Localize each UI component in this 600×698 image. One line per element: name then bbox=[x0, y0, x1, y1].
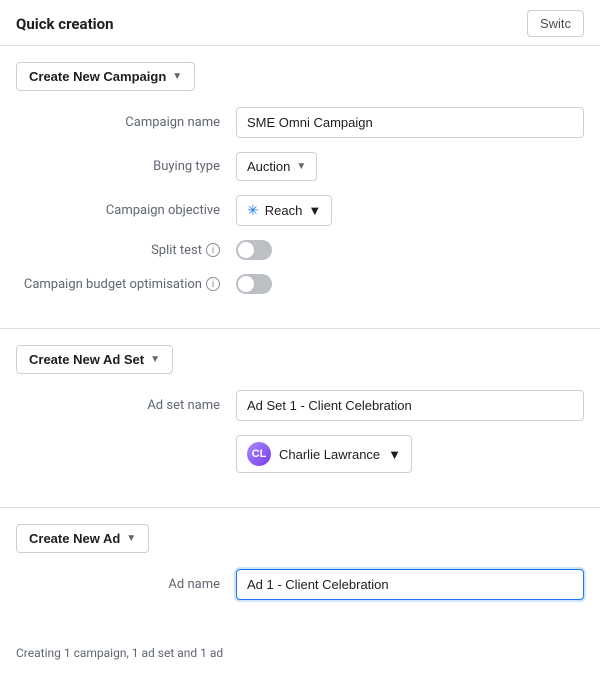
campaign-name-label: Campaign name bbox=[16, 115, 236, 130]
campaign-objective-control: ✳ Reach ▼ bbox=[236, 195, 584, 226]
campaign-name-control bbox=[236, 107, 584, 138]
reach-icon: ✳ bbox=[247, 202, 259, 219]
adset-name-input[interactable] bbox=[236, 390, 584, 421]
campaign-objective-label: Campaign objective bbox=[16, 203, 236, 218]
split-test-slider bbox=[236, 240, 272, 260]
campaign-objective-row: Campaign objective ✳ Reach ▼ bbox=[16, 195, 584, 226]
split-test-label-wrap: Split test i bbox=[16, 243, 236, 258]
campaign-objective-dropdown[interactable]: ✳ Reach ▼ bbox=[236, 195, 332, 226]
account-dropdown[interactable]: CL Charlie Lawrance ▼ bbox=[236, 435, 412, 473]
campaign-section-header: Create New Campaign ▼ bbox=[16, 62, 584, 91]
budget-optimisation-slider bbox=[236, 274, 272, 294]
ad-caret-icon: ▼ bbox=[126, 533, 136, 544]
account-row: CL Charlie Lawrance ▼ bbox=[16, 435, 584, 473]
buying-type-caret-icon: ▼ bbox=[296, 161, 306, 172]
ad-section: Create New Ad ▼ Ad name bbox=[0, 508, 600, 634]
account-control: CL Charlie Lawrance ▼ bbox=[236, 435, 584, 473]
ad-name-control bbox=[236, 569, 584, 600]
adset-caret-icon: ▼ bbox=[150, 354, 160, 365]
split-test-row: Split test i bbox=[16, 240, 584, 260]
campaign-name-row: Campaign name bbox=[16, 107, 584, 138]
adset-name-label: Ad set name bbox=[16, 398, 236, 413]
page-title: Quick creation bbox=[16, 15, 114, 33]
budget-optimisation-toggle[interactable] bbox=[236, 274, 272, 294]
caret-icon: ▼ bbox=[172, 71, 182, 82]
footer-summary: Creating 1 campaign, 1 ad set and 1 ad bbox=[0, 634, 600, 672]
split-test-toggle[interactable] bbox=[236, 240, 272, 260]
switch-button[interactable]: Switc bbox=[527, 10, 584, 37]
create-adset-button[interactable]: Create New Ad Set ▼ bbox=[16, 345, 173, 374]
create-ad-button[interactable]: Create New Ad ▼ bbox=[16, 524, 149, 553]
adset-section-header: Create New Ad Set ▼ bbox=[16, 345, 584, 374]
buying-type-control: Auction ▼ bbox=[236, 152, 584, 181]
ad-name-input[interactable] bbox=[236, 569, 584, 600]
buying-type-row: Buying type Auction ▼ bbox=[16, 152, 584, 181]
budget-optimisation-toggle-wrap bbox=[236, 274, 584, 294]
ad-section-header: Create New Ad ▼ bbox=[16, 524, 584, 553]
split-test-toggle-wrap bbox=[236, 240, 584, 260]
avatar: CL bbox=[247, 442, 271, 466]
objective-caret-icon: ▼ bbox=[308, 203, 321, 218]
buying-type-label: Buying type bbox=[16, 159, 236, 174]
ad-name-row: Ad name bbox=[16, 569, 584, 600]
campaign-section: Create New Campaign ▼ Campaign name Buyi… bbox=[0, 46, 600, 329]
adset-section: Create New Ad Set ▼ Ad set name CL Charl… bbox=[0, 329, 600, 508]
split-test-info-icon[interactable]: i bbox=[206, 243, 220, 257]
adset-name-control bbox=[236, 390, 584, 421]
campaign-name-input[interactable] bbox=[236, 107, 584, 138]
header: Quick creation Switc bbox=[0, 0, 600, 46]
ad-name-label: Ad name bbox=[16, 577, 236, 592]
budget-optimisation-row: Campaign budget optimisation i bbox=[16, 274, 584, 294]
budget-optimisation-info-icon[interactable]: i bbox=[206, 277, 220, 291]
buying-type-dropdown[interactable]: Auction ▼ bbox=[236, 152, 317, 181]
create-campaign-button[interactable]: Create New Campaign ▼ bbox=[16, 62, 195, 91]
adset-name-row: Ad set name bbox=[16, 390, 584, 421]
budget-optimisation-label-wrap: Campaign budget optimisation i bbox=[16, 277, 236, 292]
account-caret-icon: ▼ bbox=[388, 447, 401, 462]
